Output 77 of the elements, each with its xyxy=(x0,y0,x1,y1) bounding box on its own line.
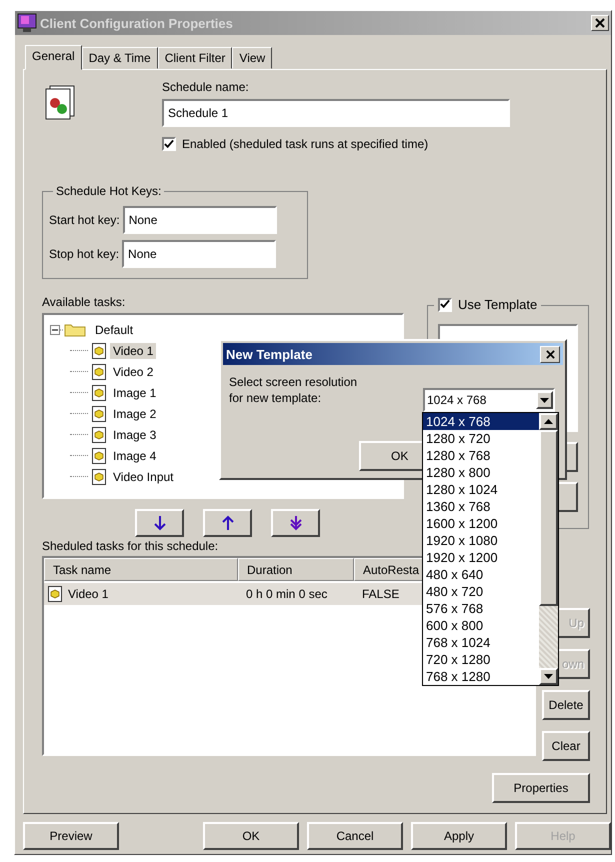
tree-item[interactable]: Image 4 xyxy=(110,448,160,464)
monitor-icon xyxy=(17,13,37,33)
scroll-down-icon xyxy=(544,674,553,679)
tree-item[interactable]: Video Input xyxy=(110,468,176,484)
arrow-button[interactable] xyxy=(135,509,184,537)
dropdown-option[interactable]: 768 x 1280 xyxy=(423,668,539,685)
dropdown-option[interactable]: 1600 x 1200 xyxy=(423,515,539,532)
close-button[interactable] xyxy=(591,15,609,31)
tree-item[interactable]: Image 2 xyxy=(110,406,160,422)
side-button[interactable]: Clear xyxy=(542,731,590,761)
tree-item[interactable]: Image 3 xyxy=(110,426,160,442)
tab[interactable]: View xyxy=(232,47,272,69)
tab[interactable]: General xyxy=(25,45,82,70)
field-label: Stop hot key: xyxy=(49,247,120,261)
scrollbar[interactable] xyxy=(539,413,558,685)
document-icon xyxy=(92,426,106,442)
field-label: Schedule name: xyxy=(162,80,250,94)
close-icon xyxy=(595,18,605,28)
checkbox[interactable] xyxy=(162,137,176,151)
dropdown-option[interactable]: 1024 x 768 xyxy=(423,413,539,430)
dropdown-option[interactable]: 1920 x 1080 xyxy=(423,532,539,549)
dropdown-option[interactable]: 600 x 800 xyxy=(423,617,539,634)
scroll-thumb[interactable] xyxy=(539,430,558,606)
document-icon xyxy=(92,364,106,380)
document-icon xyxy=(48,586,62,602)
document-icon xyxy=(92,468,106,484)
section-label: Sheduled tasks for this schedule: xyxy=(42,539,218,553)
document-icon xyxy=(92,342,106,358)
table-cell: FALSE xyxy=(362,587,400,601)
close-button[interactable] xyxy=(540,346,560,362)
dialog-button[interactable]: OK xyxy=(203,822,299,850)
prompt-text: Select screen resolution for new template: xyxy=(229,374,358,407)
field-label: Start hot key: xyxy=(49,213,120,227)
column-header[interactable]: Duration xyxy=(238,558,354,581)
document-icon xyxy=(92,384,106,400)
arrow-button[interactable] xyxy=(271,509,320,537)
dialog-button[interactable]: Cancel xyxy=(307,822,403,850)
double-arrow-down-icon xyxy=(288,515,302,531)
dialog-button[interactable]: Preview xyxy=(23,822,119,850)
scroll-up-icon xyxy=(544,419,553,424)
document-icon xyxy=(92,406,106,422)
checkbox-label: Enabled (sheduled task runs at specified time) xyxy=(182,137,428,151)
tree-item[interactable]: Video 1 xyxy=(110,342,156,358)
dropdown-option[interactable]: 1920 x 1200 xyxy=(423,549,539,566)
document-icon xyxy=(92,448,106,464)
dropdown-option[interactable]: 1360 x 768 xyxy=(423,498,539,515)
dropdown-option[interactable]: 480 x 640 xyxy=(423,566,539,583)
dropdown-option[interactable]: 768 x 1024 xyxy=(423,634,539,651)
tab[interactable]: Day & Time xyxy=(82,47,158,69)
dropdown-arrow-icon xyxy=(540,398,549,402)
dialog-button[interactable]: Apply xyxy=(411,822,507,850)
folder-icon[interactable] xyxy=(50,322,88,338)
dropdown-option[interactable]: 720 x 1280 xyxy=(423,651,539,668)
resolution-dropdown[interactable]: 1024 x 768 xyxy=(423,388,555,412)
arrow-button[interactable] xyxy=(203,509,252,537)
section-label: Available tasks: xyxy=(42,295,126,309)
window-title: Client Configuration Properties xyxy=(40,16,234,30)
column-header[interactable]: Task name xyxy=(44,558,238,581)
tree-item[interactable]: Video 2 xyxy=(110,364,156,380)
side-button[interactable]: Delete xyxy=(542,690,590,720)
table-cell: Video 1 xyxy=(68,587,108,601)
arrow-up-icon xyxy=(220,515,234,531)
table-cell: 0 h 0 min 0 sec xyxy=(246,587,328,601)
close-icon xyxy=(546,350,554,358)
hot-key-field[interactable]: None xyxy=(122,206,277,234)
group-title: Schedule Hot Keys: xyxy=(53,184,164,198)
dialog-title: New Template xyxy=(226,346,312,362)
tab[interactable]: Client Filter xyxy=(158,47,232,69)
checkbox-label: Use Template xyxy=(458,297,538,312)
checkbox[interactable] xyxy=(438,298,452,312)
tree-item[interactable]: Image 1 xyxy=(110,384,160,400)
hot-key-field[interactable]: None xyxy=(122,240,276,268)
properties-button[interactable]: Properties xyxy=(492,773,590,803)
tree-item[interactable]: Default xyxy=(92,322,136,338)
schedule-name-field[interactable]: Schedule 1 xyxy=(162,99,510,127)
dropdown-option[interactable]: 1280 x 1024 xyxy=(423,481,539,498)
arrow-down-icon xyxy=(152,515,166,531)
